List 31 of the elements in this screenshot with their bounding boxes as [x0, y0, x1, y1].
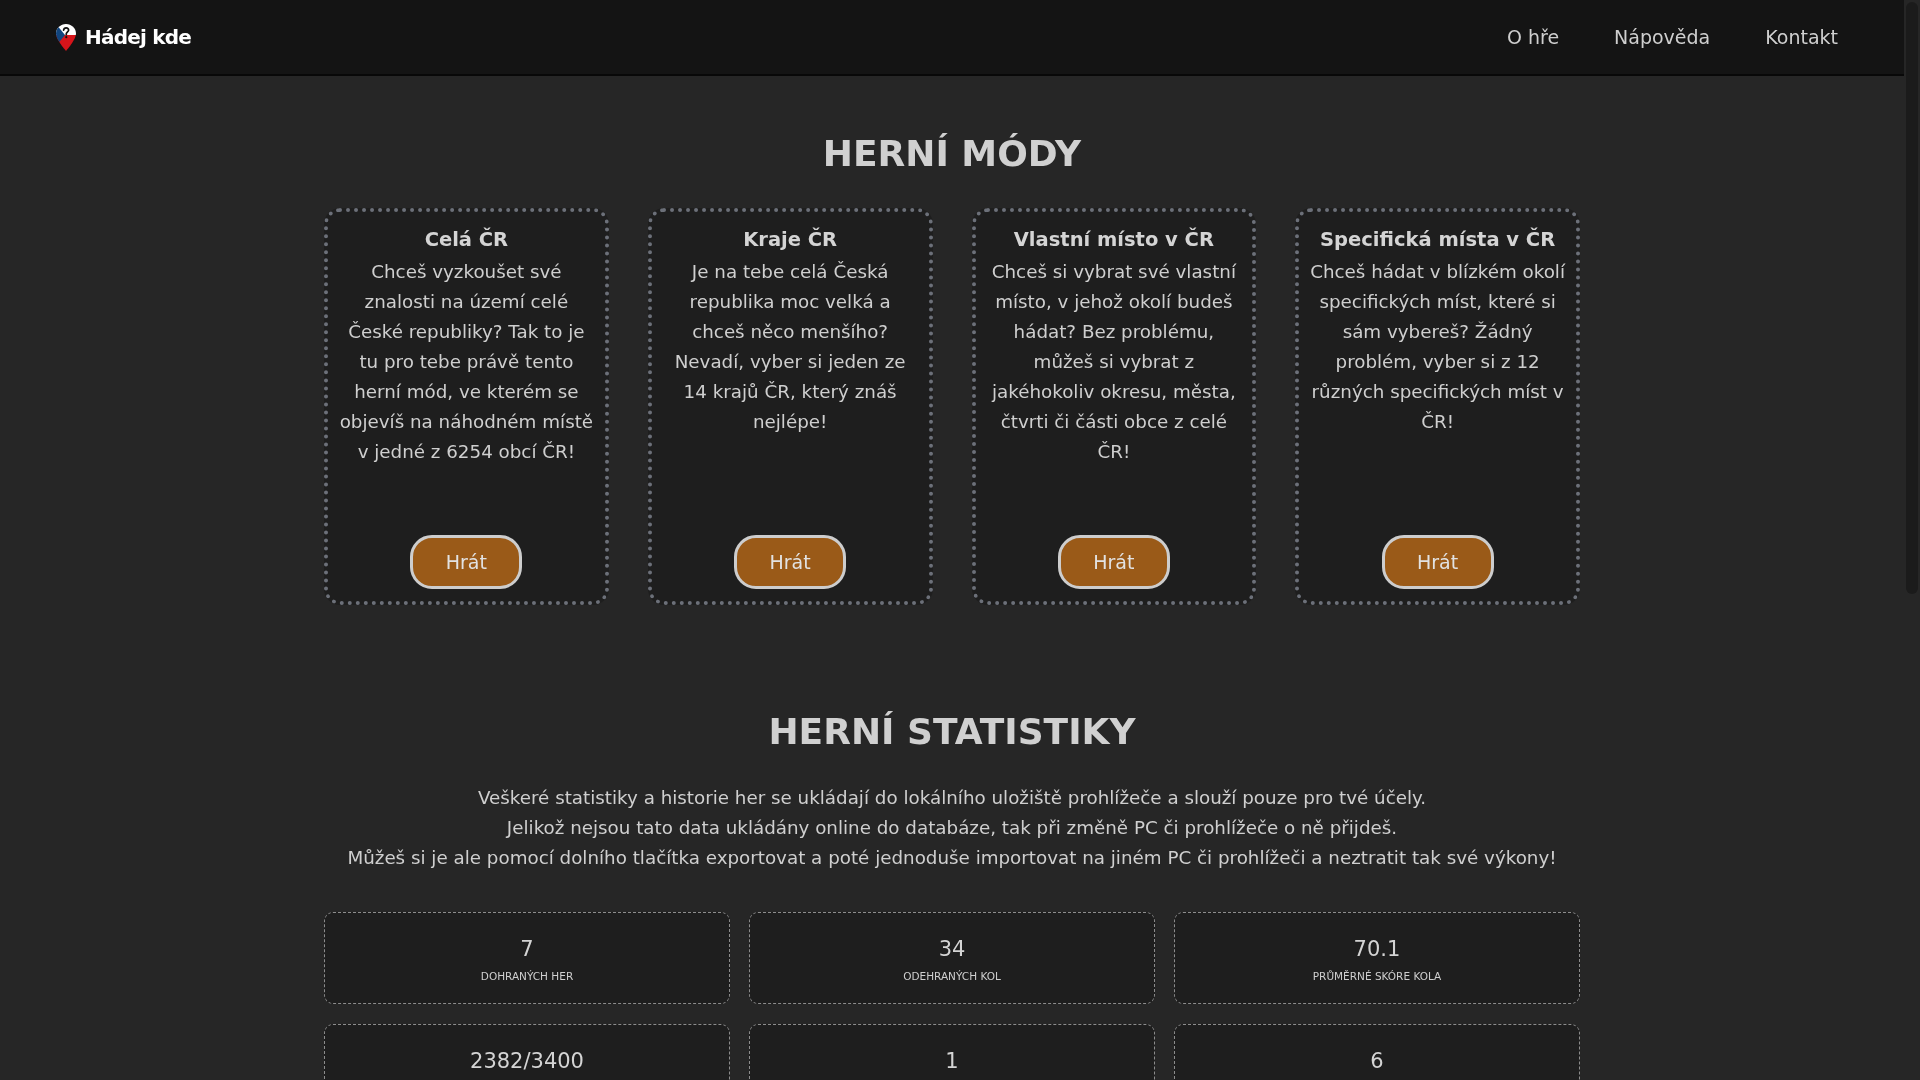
section-heading: HERNÍ MÓDY: [821, 132, 1083, 176]
info-text: Jelikož nejsou tato data ukládány online do databáze, tak při změně PC či prohlížeče o ně přijdeš.: [504, 816, 1399, 840]
section-heading: HERNÍ STATISTIKY: [767, 710, 1137, 754]
stat-value: 7: [519, 936, 535, 963]
map-pin-icon: [56, 23, 76, 51]
stat-value: 34: [937, 936, 967, 963]
stat-value: 6: [1369, 1048, 1385, 1075]
stat-value: 2382/3400: [469, 1048, 585, 1075]
nav-link[interactable]: Nápověda: [1614, 26, 1711, 48]
stat-label: ODEHRANÝCH KOL: [902, 969, 1002, 983]
play-button[interactable]: Hrát: [410, 535, 523, 589]
card-title: Vlastní místo v ČR: [1013, 226, 1214, 253]
card-title: Celá ČR: [424, 226, 509, 253]
card-description: Chceš hádat v blízkém okolí specifických míst, které si sám vybereš? Žádný problém, vyber si z 12 různých specifických míst v ČR!: [1309, 260, 1567, 434]
play-button[interactable]: Hrát: [1057, 535, 1170, 589]
info-text: Veškeré statistiky a historie her se ukládají do lokálního uložiště prohlížeče a slouží pouze pro tvé účely.: [476, 786, 1428, 810]
card-title: Specifická místa v ČR: [1320, 226, 1556, 253]
card-title: Kraje ČR: [743, 226, 838, 253]
play-button[interactable]: Hrát: [734, 535, 847, 589]
stat-value: 70.1: [1352, 936, 1402, 963]
card-description: Je na tebe celá Česká republika moc velká a chceš něco menšího? Nevadí, vyber si jeden ze 14 krajů ČR, který znáš nejlépe!: [673, 260, 907, 434]
logo-link[interactable]: Hádej kde: [56, 23, 191, 51]
play-button[interactable]: Hrát: [1381, 535, 1494, 589]
card-description: Chceš vyzkoušet své znalosti na území celé České republiky? Tak to je tu pro tebe právě tento herní mód, ve kterém se objevíš na náhodném místě v jedné z 6254 obcí ČR!: [338, 260, 595, 464]
stat-label: PRŮMĚRNÉ SKÓRE KOLA: [1311, 969, 1443, 983]
card-description: Chceš si vybrat své vlastní místo, v jehož okolí budeš hádat? Bez problému, můžeš si vybrat z jakéhokoliv okresu, města, čtvrti či části obce z celé ČR!: [990, 260, 1238, 464]
nav-link[interactable]: O hře: [1506, 26, 1560, 48]
nav-link[interactable]: Kontakt: [1765, 26, 1838, 48]
stat-label: DOHRANÝCH HER: [479, 969, 575, 983]
stat-value: 1: [944, 1048, 960, 1075]
info-text: Můžeš si je ale pomocí dolního tlačítka exportovat a poté jednoduše importovat na jiném PC či prohlížeči a neztratit tak své výkony!: [346, 846, 1558, 870]
